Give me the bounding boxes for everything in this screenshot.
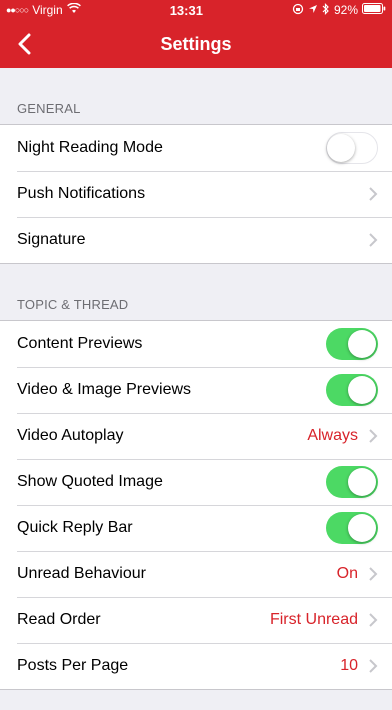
read-order-label: Read Order bbox=[17, 611, 101, 628]
posts-per-page-row[interactable]: Posts Per Page 10 bbox=[0, 643, 392, 689]
read-order-row[interactable]: Read Order First Unread bbox=[0, 597, 392, 643]
navigation-bar: Settings bbox=[0, 20, 392, 68]
video-image-previews-label: Video & Image Previews bbox=[17, 381, 192, 398]
night-reading-mode-row: Night Reading Mode bbox=[0, 125, 392, 171]
content-previews-toggle[interactable] bbox=[326, 328, 378, 360]
posts-per-page-value: 10 bbox=[340, 657, 358, 674]
chevron-right-icon bbox=[369, 567, 378, 581]
toggle-knob bbox=[348, 330, 376, 358]
night-reading-mode-label: Night Reading Mode bbox=[17, 139, 163, 156]
quick-reply-bar-row: Quick Reply Bar bbox=[0, 505, 392, 551]
unread-behaviour-row[interactable]: Unread Behaviour On bbox=[0, 551, 392, 597]
carrier-name: Virgin bbox=[32, 3, 63, 17]
toggle-knob bbox=[327, 133, 355, 162]
night-reading-mode-toggle[interactable] bbox=[326, 132, 378, 164]
chevron-right-icon bbox=[369, 429, 378, 443]
posts-per-page-label: Posts Per Page bbox=[17, 657, 129, 674]
toggle-knob bbox=[348, 514, 376, 542]
content-previews-row: Content Previews bbox=[0, 321, 392, 367]
chevron-right-icon bbox=[369, 659, 378, 673]
push-notifications-label: Push Notifications bbox=[17, 185, 146, 202]
chevron-right-icon bbox=[369, 187, 378, 201]
section-header-general: GENERAL bbox=[17, 101, 81, 116]
page-title: Settings bbox=[160, 33, 232, 54]
video-image-previews-toggle[interactable] bbox=[326, 374, 378, 406]
battery-icon bbox=[362, 3, 386, 17]
show-quoted-image-label: Show Quoted Image bbox=[17, 473, 163, 490]
bluetooth-icon bbox=[322, 2, 330, 18]
toggle-knob bbox=[348, 468, 376, 496]
section-header-topic-thread: TOPIC & THREAD bbox=[17, 297, 129, 312]
chevron-right-icon bbox=[369, 613, 378, 627]
video-autoplay-row[interactable]: Video Autoplay Always bbox=[0, 413, 392, 459]
push-notifications-row[interactable]: Push Notifications bbox=[0, 171, 392, 217]
quick-reply-bar-toggle[interactable] bbox=[326, 512, 378, 544]
wifi-icon bbox=[66, 2, 81, 17]
video-image-previews-row: Video & Image Previews bbox=[0, 367, 392, 413]
read-order-value: First Unread bbox=[269, 611, 358, 628]
signal-dots-icon: ●●○○○ bbox=[6, 5, 29, 15]
quick-reply-bar-label: Quick Reply Bar bbox=[17, 519, 133, 536]
topic-thread-settings-group: Content Previews Video & Image Previews … bbox=[0, 320, 392, 690]
back-button[interactable] bbox=[14, 30, 34, 58]
video-autoplay-label: Video Autoplay bbox=[17, 427, 124, 444]
show-quoted-image-row: Show Quoted Image bbox=[0, 459, 392, 505]
video-autoplay-value: Always bbox=[307, 427, 358, 444]
chevron-right-icon bbox=[369, 233, 378, 247]
content-previews-label: Content Previews bbox=[17, 335, 143, 352]
status-time: 13:31 bbox=[169, 2, 203, 18]
orientation-lock-icon bbox=[292, 3, 304, 18]
battery-percent: 92% bbox=[333, 3, 358, 17]
show-quoted-image-toggle[interactable] bbox=[326, 466, 378, 498]
unread-behaviour-value: On bbox=[336, 565, 358, 582]
unread-behaviour-label: Unread Behaviour bbox=[17, 565, 146, 582]
general-settings-group: Night Reading Mode Push Notifications Si… bbox=[0, 124, 392, 264]
location-icon bbox=[308, 3, 318, 17]
signature-row[interactable]: Signature bbox=[0, 217, 392, 263]
toggle-knob bbox=[348, 376, 376, 404]
back-chevron-icon bbox=[18, 33, 30, 55]
bottom-spacer bbox=[0, 690, 392, 710]
status-bar: ●●○○○ Virgin 13:31 92% bbox=[0, 0, 392, 20]
signature-label: Signature bbox=[17, 231, 86, 248]
